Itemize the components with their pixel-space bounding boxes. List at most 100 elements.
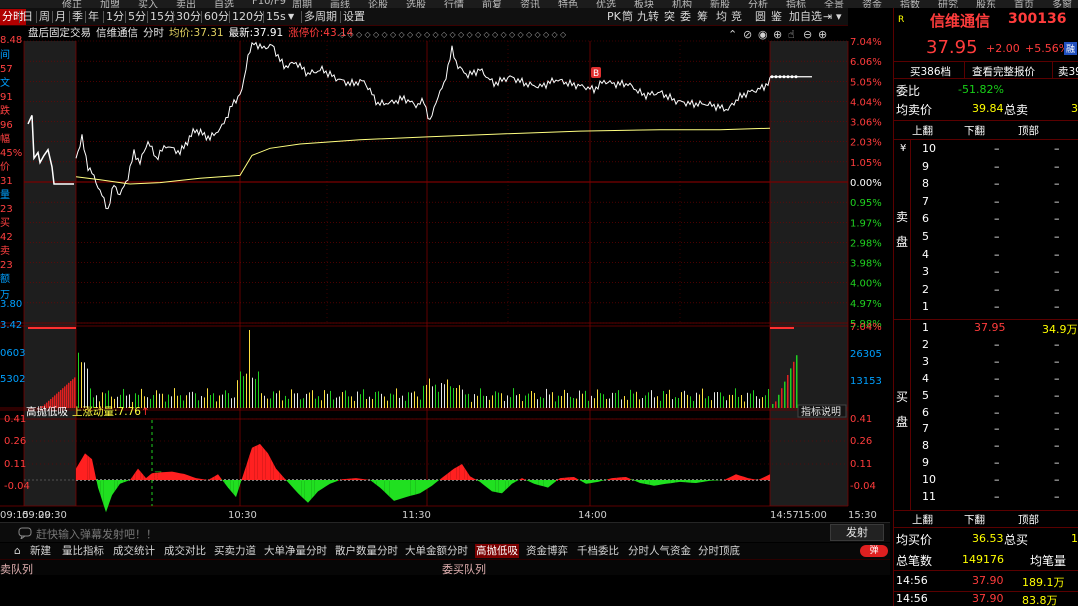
toolbar-tool[interactable]: 加自选 — [789, 9, 822, 25]
sell-queue-label[interactable]: 卖队列 — [0, 561, 33, 577]
book-footer-button[interactable]: 顶部 — [1018, 512, 1039, 527]
view-icon[interactable]: ◉ — [758, 28, 768, 41]
toolbar-tool[interactable]: 均 — [716, 9, 727, 25]
diamond-icon[interactable]: ◇ — [509, 30, 516, 39]
diamond-icon[interactable]: ◇ — [424, 30, 431, 39]
diamond-icon[interactable]: ◇ — [390, 30, 397, 39]
diamond-icon[interactable]: ◇ — [416, 30, 423, 39]
hand-icon[interactable]: ☝ — [788, 28, 795, 41]
diamond-icon[interactable]: ◇ — [399, 30, 406, 39]
period-tab[interactable]: 30分 — [176, 9, 201, 25]
toolbar-tool[interactable]: 筒 — [622, 9, 633, 25]
top-menu-item[interactable]: 指数 — [900, 0, 920, 8]
top-menu-item[interactable]: 机构 — [672, 0, 692, 8]
top-menu-item[interactable]: F10/F9 — [252, 0, 286, 7]
book-footer-button[interactable]: 上翻 — [912, 512, 933, 527]
top-menu-item[interactable]: 论股 — [368, 0, 388, 8]
diamond-icon[interactable]: ◇ — [407, 30, 414, 39]
toolbar-tool[interactable]: 筹 — [697, 9, 708, 25]
period-tab[interactable]: 多周期 — [304, 9, 337, 25]
quote-tab[interactable]: 查看完整报价 — [972, 64, 1035, 79]
top-menu-item[interactable]: 自选 — [214, 0, 234, 8]
indicator-tab[interactable]: 成交统计 — [113, 544, 155, 558]
collapse-icon[interactable]: ⌃ — [728, 28, 737, 41]
top-menu-item[interactable]: 新股 — [710, 0, 730, 8]
diamond-icon[interactable]: ◇ — [339, 30, 346, 39]
diamond-icon[interactable]: ◇ — [518, 30, 525, 39]
diamond-icon[interactable]: ◇ — [535, 30, 542, 39]
diamond-icon[interactable]: ◇ — [382, 30, 389, 39]
period-tab[interactable]: 月 — [55, 9, 66, 25]
top-menu-item[interactable]: 指标 — [786, 0, 806, 8]
toolbar-tool[interactable]: 突 — [664, 9, 675, 25]
period-tab[interactable]: 60分 — [204, 9, 229, 25]
period-tab[interactable]: 周 — [39, 9, 50, 25]
lock-icon[interactable]: ⊕ — [773, 28, 782, 41]
top-menu-item[interactable]: 分析 — [748, 0, 768, 8]
diamond-icon[interactable]: ◇ — [560, 30, 567, 39]
toolbar-tool[interactable]: 鉴 — [771, 9, 782, 25]
zoom-in-icon[interactable]: ⊕ — [818, 28, 827, 41]
indicator-tab[interactable]: 分时人气资金 — [628, 544, 691, 558]
top-menu-item[interactable]: 行情 — [444, 0, 464, 8]
top-menu-item[interactable]: 修正 — [62, 0, 82, 8]
diamond-icon[interactable]: ◇ — [467, 30, 474, 39]
danmaku-toggle[interactable]: 弹 — [860, 545, 888, 557]
period-tab[interactable]: 15分 — [150, 9, 175, 25]
period-tab[interactable]: 设置 — [343, 9, 365, 25]
diamond-icon[interactable]: ◇ — [458, 30, 465, 39]
top-menu-item[interactable]: 资金 — [862, 0, 882, 8]
new-indicator-button[interactable]: 新建 — [30, 544, 51, 558]
indicator-tab[interactable]: 散户数量分时 — [335, 544, 398, 558]
top-menu-item[interactable]: 资讯 — [520, 0, 540, 8]
top-menu-item[interactable]: 周期 — [292, 0, 312, 8]
indicator-tab[interactable]: 资金博弈 — [526, 544, 568, 558]
toolbar-tool[interactable]: 委 — [680, 9, 691, 25]
book-header-button[interactable]: 下翻 — [964, 123, 985, 138]
diamond-icon[interactable]: ◇ — [365, 30, 372, 39]
chevron-down-icon[interactable]: ▾ — [836, 9, 842, 25]
top-menu-item[interactable]: 首页 — [1014, 0, 1034, 8]
top-menu-item[interactable]: 前复 — [482, 0, 502, 8]
indicator-tab[interactable]: 分时顶底 — [698, 544, 740, 558]
indicator-tab[interactable]: 量比指标 — [62, 544, 104, 558]
top-menu-item[interactable]: 多窗 — [1052, 0, 1072, 8]
period-tab[interactable]: 日 — [22, 9, 33, 25]
top-menu-item[interactable]: 加盟 — [100, 0, 120, 8]
quote-tab[interactable]: 卖39 — [1058, 64, 1078, 79]
top-menu-item[interactable]: 板块 — [634, 0, 654, 8]
diamond-icon[interactable]: ◇ — [492, 30, 499, 39]
period-tab[interactable]: 120分 — [232, 9, 264, 25]
period-tab[interactable]: 1分 — [106, 9, 124, 25]
period-tab[interactable]: 15s — [266, 9, 286, 25]
indicator-tab[interactable]: 成交对比 — [164, 544, 206, 558]
pin-icon[interactable]: ⇥ — [823, 9, 832, 25]
toolbar-tool[interactable]: 圆 — [755, 9, 766, 25]
top-menu-item[interactable]: 选股 — [406, 0, 426, 8]
zoom-out-icon[interactable]: ⊖ — [803, 28, 812, 41]
diamond-icon[interactable]: ◇ — [552, 30, 559, 39]
period-tab[interactable]: 5分 — [128, 9, 146, 25]
buy-queue-label[interactable]: 委买队列 — [442, 561, 486, 577]
indicator-tab[interactable]: 高抛低吸 — [475, 544, 519, 558]
top-menu-item[interactable]: 股东 — [976, 0, 996, 8]
book-header-button[interactable]: 上翻 — [912, 123, 933, 138]
diamond-icon[interactable]: ◇ — [348, 30, 355, 39]
diamond-icon[interactable]: ◇ — [543, 30, 550, 39]
period-tab[interactable]: 季 — [72, 9, 83, 25]
diamond-icon[interactable]: ◇ — [475, 30, 482, 39]
book-footer-button[interactable]: 下翻 — [964, 512, 985, 527]
diamond-icon[interactable]: ◇ — [450, 30, 457, 39]
home-icon[interactable]: ⌂ — [14, 544, 21, 558]
hide-icon[interactable]: ⊘ — [743, 28, 752, 41]
diamond-icon[interactable]: ◇ — [441, 30, 448, 39]
top-menu-item[interactable]: 画线 — [330, 0, 350, 8]
indicator-tab[interactable]: 大单金额分时 — [405, 544, 468, 558]
top-menu-item[interactable]: 买入 — [138, 0, 158, 8]
top-menu-item[interactable]: 优选 — [596, 0, 616, 8]
diamond-icon[interactable]: ◇ — [484, 30, 491, 39]
indicator-tab[interactable]: 千档委比 — [577, 544, 619, 558]
book-header-button[interactable]: 顶部 — [1018, 123, 1039, 138]
indicator-tab[interactable]: 买卖力道 — [214, 544, 256, 558]
top-menu-item[interactable]: 特色 — [558, 0, 578, 8]
